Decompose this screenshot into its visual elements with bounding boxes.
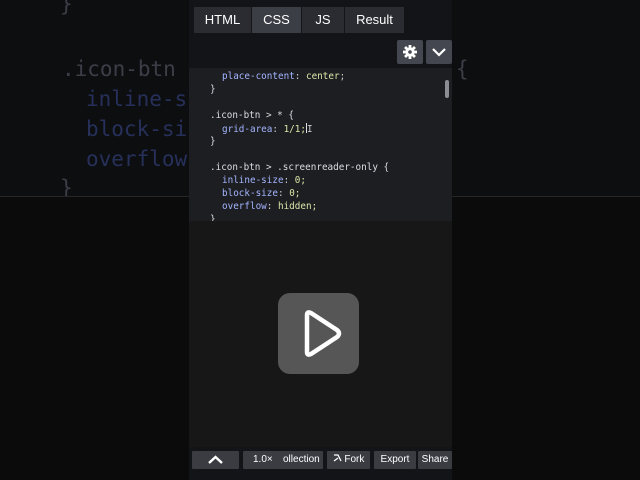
code-val: 1/1; [283,124,306,135]
code-line: } [210,84,216,95]
chevron-up-icon [208,455,223,464]
bg-prop-1: inline-si [86,87,200,111]
code-selector: .icon-btn > * { [210,110,294,121]
code-selector: .icon-btn > .screenreader-only { [210,162,390,173]
fork-icon [333,454,342,462]
code-prop: grid-area [222,124,273,135]
code-line: } [210,214,216,221]
fork-button[interactable]: Fork [327,451,370,469]
code-val: 0; [294,175,306,186]
codepen-panel: HTML CSS JS Result place-content: center… [189,0,452,480]
export-button[interactable]: Export [374,451,416,469]
bg-prop-3: overflow [86,147,188,171]
bg-selector: .icon-btn [62,57,176,81]
code-line: place-content: center; [222,71,346,82]
play-icon [304,310,342,357]
bg-prop-2: block-si [86,117,188,141]
code-line: block-size: 0; [222,188,301,199]
tab-css[interactable]: CSS [252,7,301,33]
css-code-editor[interactable]: place-content: center; } .icon-btn > * {… [189,68,452,221]
code-line: } [210,136,216,147]
collapse-button[interactable] [426,40,452,64]
gear-icon [403,45,417,59]
bg-brace-top: } [60,0,73,16]
chevron-down-icon [432,48,446,57]
code-line: .icon-btn > * { [210,110,294,122]
collection-button[interactable]: ollection [283,451,320,469]
expand-console-button[interactable] [192,451,239,469]
code-line: inline-size: 0; [222,175,306,186]
code-prop: place-content [222,71,295,82]
bottom-toolbar: 1.0× ollection Fork Export Share [189,447,452,480]
editor-tabs: HTML CSS JS Result [189,0,452,36]
editor-scrollbar[interactable] [445,80,449,98]
code-line: .icon-btn > .screenreader-only { [210,162,389,174]
code-val: 0; [289,188,301,199]
fork-label: Fork [344,454,365,465]
tab-js[interactable]: JS [302,7,344,33]
share-button[interactable]: Share [418,451,452,469]
code-line: overflow: hidden; [222,201,318,212]
code-prop: overflow [222,201,267,212]
code-val: center [305,71,340,82]
code-val: hidden; [277,201,318,212]
bg-brace-right: { [456,57,469,81]
ibeam-glyph: I [306,124,313,135]
zoom-level[interactable]: 1.0× [253,451,273,469]
code-line: grid-area: 1/1;I [222,123,313,135]
settings-button[interactable] [397,40,423,64]
tab-html[interactable]: HTML [194,7,251,33]
code-prop: inline-size [222,175,284,186]
tab-result[interactable]: Result [345,7,404,33]
zoom-collection-group: 1.0× ollection [243,451,323,469]
result-preview [189,221,452,447]
code-prop: block-size [222,188,278,199]
play-button[interactable] [278,293,359,374]
